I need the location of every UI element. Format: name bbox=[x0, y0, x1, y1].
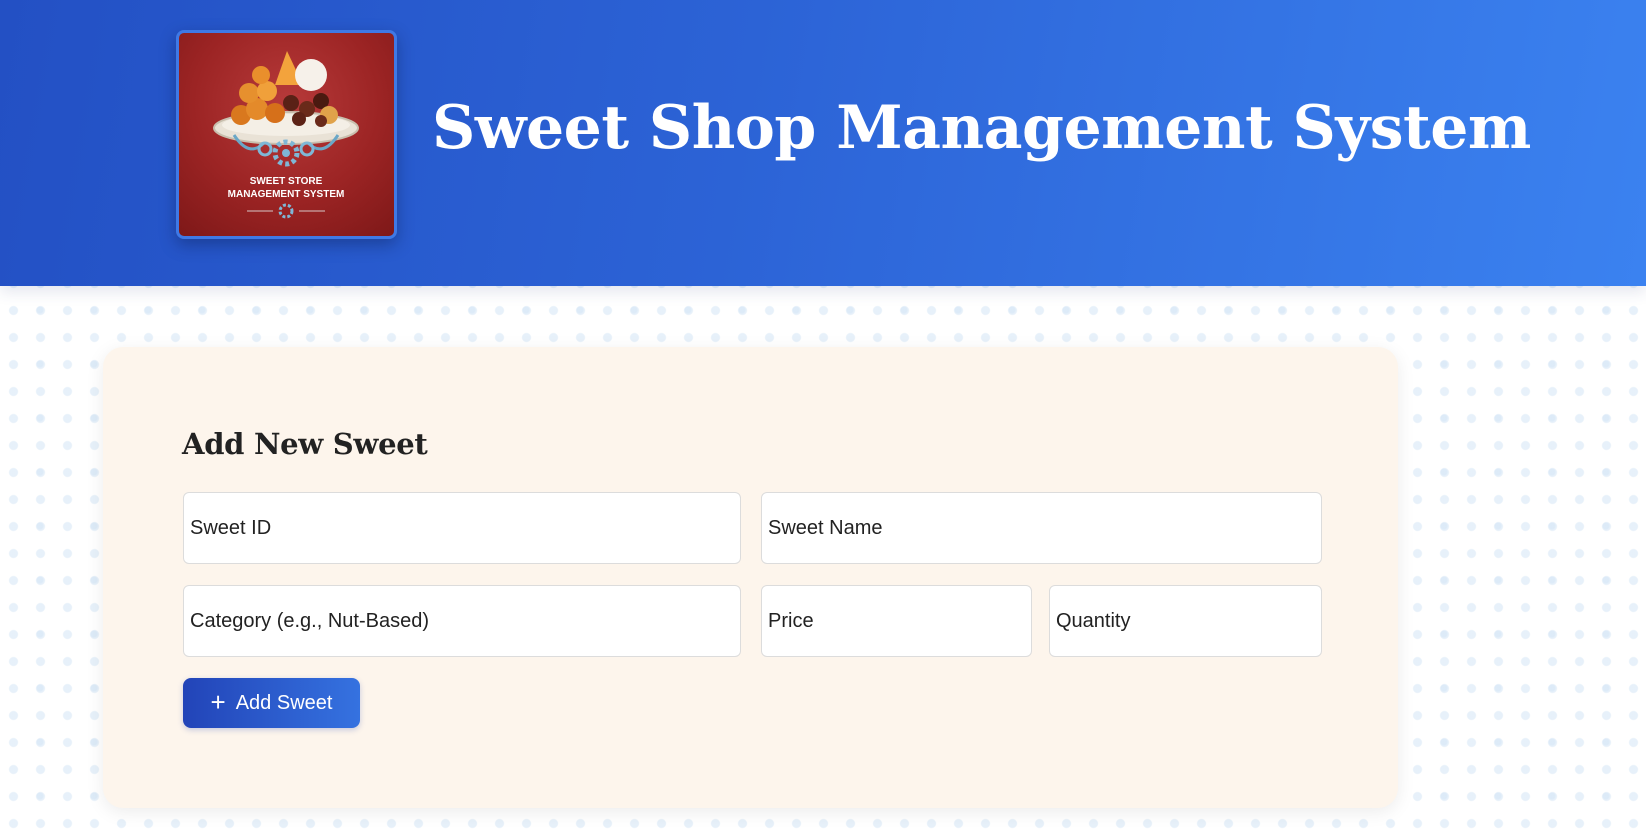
page-title: Sweet Shop Management System bbox=[432, 93, 1531, 163]
sweet-name-input[interactable] bbox=[761, 492, 1322, 564]
add-sweet-card: Add New Sweet + Add Sweet bbox=[103, 347, 1398, 808]
quantity-input[interactable] bbox=[1049, 585, 1322, 657]
plus-icon: + bbox=[210, 687, 226, 717]
sweet-id-input[interactable] bbox=[183, 492, 741, 564]
category-input[interactable] bbox=[183, 585, 741, 657]
logo-text-line2: MANAGEMENT SYSTEM bbox=[228, 189, 345, 200]
price-input[interactable] bbox=[761, 585, 1032, 657]
logo-text-line1: SWEET STORE bbox=[250, 176, 323, 187]
form-heading: Add New Sweet bbox=[182, 427, 428, 461]
app-logo: SWEET STORE MANAGEMENT SYSTEM bbox=[176, 30, 397, 239]
add-sweet-button[interactable]: + Add Sweet bbox=[183, 678, 360, 728]
page-header: SWEET STORE MANAGEMENT SYSTEM Sweet Shop… bbox=[0, 0, 1646, 286]
add-sweet-button-label: Add Sweet bbox=[235, 691, 333, 714]
logo-illustration: SWEET STORE MANAGEMENT SYSTEM bbox=[213, 51, 359, 219]
